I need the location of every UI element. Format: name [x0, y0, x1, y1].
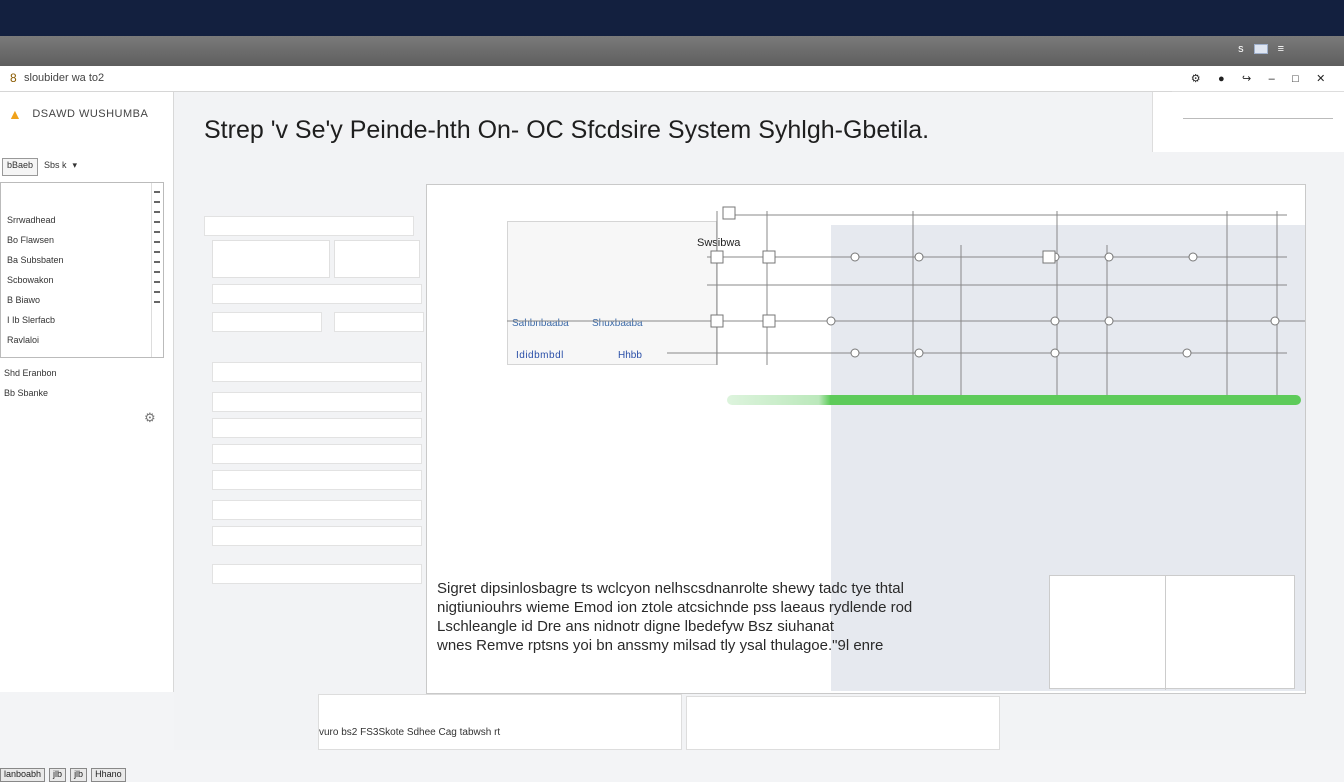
- form-field[interactable]: [212, 526, 422, 546]
- bottom-tab[interactable]: lanboabh: [0, 768, 46, 782]
- form-field[interactable]: [212, 470, 422, 490]
- bottom-panel: [686, 696, 1000, 750]
- form-field[interactable]: [212, 362, 422, 382]
- filter-row: bBaeb Sbs k ▾: [0, 158, 162, 176]
- ribbon-tools: s ≡: [1238, 43, 1284, 55]
- progress-track: [727, 395, 1301, 405]
- bottom-tab[interactable]: Hhano: [91, 768, 126, 782]
- form-field[interactable]: [212, 392, 422, 412]
- form-column: [204, 212, 428, 642]
- ribbon-tool-label[interactable]: s: [1238, 43, 1244, 55]
- bottom-tab[interactable]: jlb: [70, 768, 88, 782]
- menu-icon[interactable]: ≡: [1278, 43, 1284, 55]
- form-field[interactable]: [212, 444, 422, 464]
- window-controls: ⚙ ● ↪ – □ ✕: [1172, 66, 1344, 92]
- address-glyph: 8: [10, 71, 17, 85]
- os-title-bar: [0, 0, 1344, 36]
- ribbon-toolbar: s ≡: [0, 36, 1344, 66]
- share-icon[interactable]: ↪: [1242, 72, 1251, 85]
- tree-item[interactable]: Scbowakon: [7, 275, 54, 285]
- close-icon[interactable]: ✕: [1316, 72, 1325, 85]
- form-field[interactable]: [212, 284, 422, 304]
- form-field[interactable]: [212, 564, 422, 584]
- page-title: Strep 'v Se'y Peinde-hth On- OC Sfcdsire…: [204, 116, 930, 144]
- caption-line: Sigret dipsinlosbagre ts wclcyon nelhscs…: [437, 580, 904, 597]
- tree-view: Srrwadhead Bo Flawsen Ba Subsbaten Scbow…: [0, 182, 164, 358]
- sidebar-extra-item[interactable]: Shd Eranbon: [4, 368, 57, 378]
- brand-label: DSAWD WUSHUMBA: [32, 108, 149, 120]
- right-strip: [1152, 92, 1344, 152]
- address-bar[interactable]: 8 sloubider wa to2: [0, 66, 1172, 92]
- tree-item[interactable]: Srrwadhead: [7, 215, 56, 225]
- tree-scrollbar[interactable]: [151, 183, 161, 357]
- bottom-note: vuro bs2 FS3Skote Sdhee Cag tabwsh rt: [318, 694, 682, 750]
- settings-icon[interactable]: ⚙: [1191, 72, 1201, 85]
- form-field[interactable]: [212, 418, 422, 438]
- bottom-tabs: lanboabh jlb jlb Hhano: [0, 768, 166, 782]
- caption-line: Lschleangle id Dre ans nidnotr digne lbe…: [437, 618, 834, 635]
- brand: ▲ DSAWD WUSHUMBA: [8, 106, 148, 122]
- maximize-icon[interactable]: □: [1292, 73, 1299, 85]
- bottom-tab[interactable]: jlb: [49, 768, 67, 782]
- record-icon[interactable]: ●: [1218, 73, 1225, 85]
- tree-item[interactable]: I Ib Slerfacb: [7, 315, 55, 325]
- minimize-icon[interactable]: –: [1269, 73, 1275, 85]
- bottom-note-text: vuro bs2 FS3Skote Sdhee Cag tabwsh rt: [319, 727, 501, 738]
- form-field[interactable]: [212, 312, 322, 332]
- gear-icon[interactable]: ⚙: [144, 410, 156, 426]
- chevron-down-icon[interactable]: ▾: [73, 158, 78, 176]
- main-content: Strep 'v Se'y Peinde-hth On- OC Sfcdsire…: [174, 92, 1344, 750]
- form-field[interactable]: [212, 500, 422, 520]
- caption-line: nigtiuniouhrs wieme Emod ion ztole atcsi…: [437, 599, 913, 616]
- drawing-canvas[interactable]: Sahbnbaaba Shuxbaaba Ididbmbdl Hhbb Swsi…: [426, 184, 1306, 694]
- left-panel: ▲ DSAWD WUSHUMBA bBaeb Sbs k ▾ Srrwadhea…: [0, 92, 174, 782]
- inset-panel: [1049, 575, 1295, 690]
- form-field[interactable]: [334, 312, 424, 332]
- tree-item[interactable]: Ravlaloi: [7, 335, 39, 345]
- form-field[interactable]: [204, 216, 414, 236]
- tree-item[interactable]: B Biawo: [7, 295, 40, 305]
- form-field[interactable]: [334, 240, 420, 278]
- caption: Sigret dipsinlosbagre ts wclcyon nelhscs…: [437, 579, 997, 655]
- sidebar-extra-item[interactable]: Bb Sbanke: [4, 388, 48, 398]
- tree-item[interactable]: Ba Subsbaten: [7, 255, 64, 265]
- filter-button[interactable]: bBaeb: [2, 158, 39, 176]
- address-text[interactable]: sloubider wa to2: [24, 72, 104, 84]
- form-field[interactable]: [212, 240, 330, 278]
- tree-item[interactable]: Bo Flawsen: [7, 235, 54, 245]
- schematic-lines: [507, 206, 1305, 405]
- window-icon[interactable]: [1253, 44, 1268, 54]
- flame-icon: ▲: [8, 106, 23, 122]
- filter-select[interactable]: Sbs k: [44, 158, 67, 176]
- caption-line: wnes Remve rptsns yoi bn anssmy milsad t…: [437, 637, 884, 654]
